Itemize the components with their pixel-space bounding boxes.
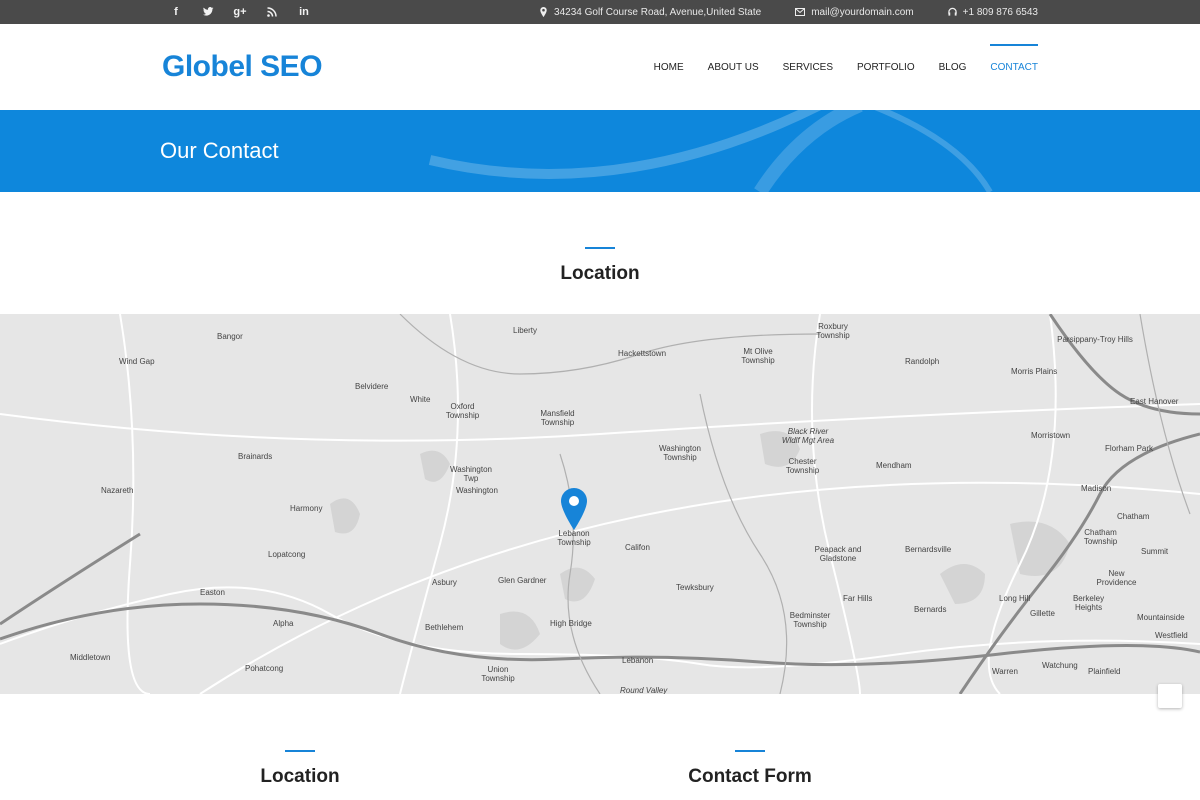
map-control-button[interactable] <box>1158 684 1182 708</box>
map-label-morris-plains: Morris Plains <box>1011 367 1058 376</box>
map-label-gillette: Gillette <box>1030 609 1055 618</box>
email-item[interactable]: mail@yourdomain.com <box>795 7 914 18</box>
location-heading: Location <box>500 263 700 285</box>
rss-icon[interactable] <box>256 0 288 24</box>
address-item: 34234 Golf Course Road, Avenue,United St… <box>539 7 761 18</box>
map-label-east-hanover: East Hanover <box>1130 397 1179 406</box>
map-label-long-hill: Long Hill <box>999 594 1031 603</box>
map-label-washington: Washington <box>456 486 498 495</box>
nav-home[interactable]: HOME <box>654 54 684 81</box>
map-label-white: White <box>410 395 431 404</box>
map-label-bethlehem: Bethlehem <box>425 623 464 632</box>
top-bar: f g+ in 34234 Golf Course Road, Avenue,U… <box>0 0 1200 24</box>
facebook-icon[interactable]: f <box>160 0 192 24</box>
map-label-parsippany: Parsippany-Troy Hills <box>1057 335 1133 344</box>
map-label-mountainside: Mountainside <box>1137 613 1185 622</box>
map-label-mendham: Mendham <box>876 461 912 470</box>
nav-services[interactable]: SERVICES <box>783 54 833 81</box>
map-label-roxbury: Roxbury Township <box>816 322 850 340</box>
map-label-morristown: Morristown <box>1031 431 1071 440</box>
site-header: Globel SEO HOME ABOUT US SERVICES PORTFO… <box>0 24 1200 110</box>
map-label-chatham-township: Chatham Township <box>1083 528 1118 546</box>
email-text[interactable]: mail@yourdomain.com <box>811 7 913 18</box>
main-nav: HOME ABOUT US SERVICES PORTFOLIO BLOG CO… <box>654 24 1038 110</box>
map-label-washington-township: Washington Township <box>659 444 701 462</box>
map-label-florham-park: Florham Park <box>1105 444 1154 453</box>
map-label-high-bridge: High Bridge <box>550 619 592 628</box>
map-label-mansfield: Mansfield Township <box>540 409 575 427</box>
map-label-easton: Easton <box>200 588 225 597</box>
map-label-oxford: Oxford Township <box>445 402 480 420</box>
address-text: 34234 Golf Course Road, Avenue,United St… <box>554 6 762 18</box>
map-label-lebanon: Lebanon <box>622 656 654 665</box>
contact-form-heading: Contact Form <box>650 766 850 788</box>
map-marker-icon <box>540 7 547 17</box>
map-label-chester: Chester Township <box>785 457 820 475</box>
nav-portfolio[interactable]: PORTFOLIO <box>857 54 915 81</box>
map-label-wind-gap: Wind Gap <box>119 357 155 366</box>
google-map[interactable]: Bangor Liberty Hackettstown Mt Olive Tow… <box>0 314 1200 694</box>
phone-item: +1 809 876 6543 <box>947 6 1038 18</box>
google-plus-icon[interactable]: g+ <box>224 0 256 24</box>
map-label-bedminster: Bedminster Township <box>789 611 831 629</box>
map-label-madison: Madison <box>1081 484 1112 493</box>
map-label-black-river: Black River Wldlf Mgt Area <box>781 427 835 445</box>
map-label-summit: Summit <box>1141 547 1169 556</box>
map-label-bangor: Bangor <box>217 332 243 341</box>
social-links: f g+ in <box>160 0 320 24</box>
map-label-asbury: Asbury <box>432 578 457 587</box>
map-label-chatham: Chatham <box>1117 512 1150 521</box>
map-pin-icon[interactable] <box>561 488 587 530</box>
map-label-washington-twp: Washington Twp <box>450 465 492 483</box>
map-label-westfield: Westfield <box>1155 631 1188 640</box>
map-label-glen-gardner: Glen Gardner <box>498 576 547 585</box>
map-label-new-providence: New Providence <box>1096 569 1137 587</box>
map-label-hackettstown: Hackettstown <box>618 349 667 358</box>
map-label-tewksbury: Tewksbury <box>676 583 714 592</box>
phone-text: +1 809 876 6543 <box>962 6 1038 18</box>
map-label-brainards: Brainards <box>238 452 273 461</box>
map-label-peapack: Peapack and Gladstone <box>814 545 862 563</box>
nav-about-us[interactable]: ABOUT US <box>708 54 759 81</box>
twitter-icon[interactable] <box>192 0 224 24</box>
location-info-heading: Location <box>200 766 400 788</box>
headphones-icon <box>947 7 957 16</box>
map-label-plainfield: Plainfield <box>1088 667 1121 676</box>
map-label-union-township: Union Township <box>481 665 515 683</box>
map-label-alpha: Alpha <box>273 619 294 628</box>
linkedin-icon[interactable]: in <box>288 0 320 24</box>
map-label-lebanon-township: Lebanon Township <box>557 529 591 547</box>
map-label-randolph: Randolph <box>905 357 940 366</box>
map-label-mt-olive: Mt Olive Township <box>741 347 775 365</box>
map-label-far-hills: Far Hills <box>843 594 873 603</box>
map-label-belvidere: Belvidere <box>355 382 389 391</box>
map-label-harmony: Harmony <box>290 504 323 513</box>
map-label-califon: Califon <box>625 543 650 552</box>
nav-contact[interactable]: CONTACT <box>990 43 1038 81</box>
map-label-bernards: Bernards <box>914 605 947 614</box>
page-title: Our Contact <box>160 138 279 163</box>
map-label-pohatcong: Pohatcong <box>245 664 284 673</box>
map-label-lopatcong: Lopatcong <box>268 550 306 559</box>
map-label-round-valley: Round Valley <box>620 686 668 694</box>
contact-info: 34234 Golf Course Road, Avenue,United St… <box>539 0 1038 24</box>
nav-blog[interactable]: BLOG <box>939 54 967 81</box>
envelope-icon <box>795 8 806 16</box>
map-label-middletown: Middletown <box>70 653 111 662</box>
map-label-berkeley-heights: Berkeley Heights <box>1072 594 1105 612</box>
map-label-liberty: Liberty <box>513 326 538 335</box>
map-label-warren: Warren <box>992 667 1018 676</box>
logo[interactable]: Globel SEO <box>162 50 323 84</box>
map-label-watchung: Watchung <box>1042 661 1078 670</box>
page-banner: Our Contact <box>0 110 1200 192</box>
map-label-bernardsville: Bernardsville <box>905 545 952 554</box>
map-label-nazareth: Nazareth <box>101 486 134 495</box>
